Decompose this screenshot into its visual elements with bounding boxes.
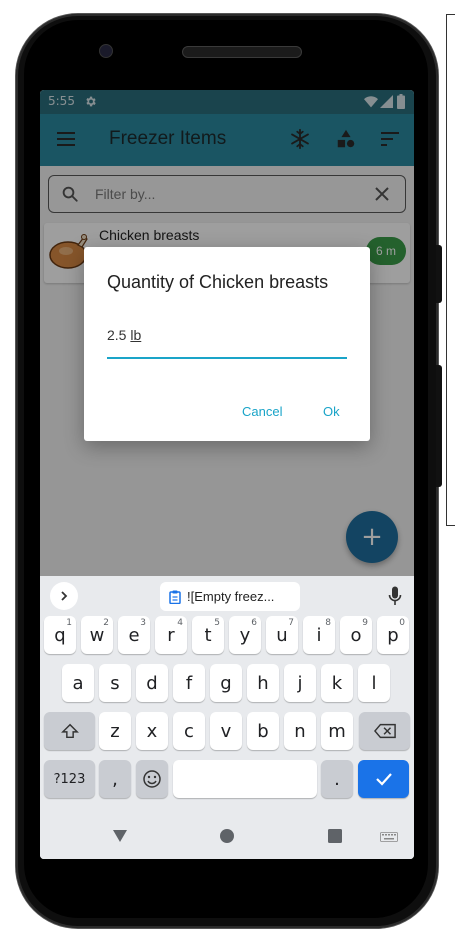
key-label: l <box>371 672 377 694</box>
key-label: z <box>110 720 120 742</box>
comma-key[interactable]: , <box>99 760 131 798</box>
key-c[interactable]: c <box>173 712 205 750</box>
clipboard-text: ![Empty freez... <box>187 589 275 604</box>
key-s[interactable]: s <box>99 664 131 702</box>
key-label: j <box>297 672 303 694</box>
key-label: u <box>276 624 288 646</box>
key-hint: 6 <box>251 618 257 628</box>
earpiece-speaker <box>182 46 302 58</box>
back-icon[interactable] <box>112 829 128 843</box>
key-label: x <box>146 720 158 742</box>
key-k[interactable]: k <box>321 664 353 702</box>
microphone-icon[interactable] <box>388 586 402 606</box>
key-f[interactable]: f <box>173 664 205 702</box>
power-button <box>436 245 442 303</box>
key-m[interactable]: m <box>321 712 353 750</box>
screen: 5:55 Freezer Items Filter by... Chicken … <box>40 90 414 859</box>
backspace-icon <box>373 723 396 739</box>
key-label: w <box>89 624 105 646</box>
period-key[interactable]: . <box>321 760 353 798</box>
key-label: r <box>167 624 175 646</box>
key-label: c <box>184 720 194 742</box>
checkmark-icon <box>375 773 392 786</box>
key-label: e <box>128 624 140 646</box>
key-hint: 0 <box>399 618 405 628</box>
keyboard: ![Empty freez... q1w2e3r4t5y6u7i8o9p0 as… <box>40 576 414 859</box>
key-y[interactable]: y6 <box>229 616 261 654</box>
key-label: q <box>54 624 66 646</box>
key-label: f <box>185 672 193 694</box>
side-panel <box>446 14 455 526</box>
ok-button[interactable]: Ok <box>323 404 340 419</box>
key-hint: 5 <box>214 618 220 628</box>
emoji-icon <box>143 770 161 788</box>
key-hint: 8 <box>325 618 331 628</box>
key-label: h <box>257 672 269 694</box>
key-o[interactable]: o9 <box>340 616 372 654</box>
key-label: g <box>220 672 232 694</box>
key-a[interactable]: a <box>62 664 94 702</box>
key-n[interactable]: n <box>284 712 316 750</box>
key-hint: 1 <box>66 618 72 628</box>
key-e[interactable]: e3 <box>118 616 150 654</box>
quantity-input[interactable]: 2.5 lb <box>107 327 347 359</box>
clipboard-suggestion[interactable]: ![Empty freez... <box>160 582 300 611</box>
key-label: b <box>257 720 269 742</box>
key-hint: 3 <box>140 618 146 628</box>
key-r[interactable]: r4 <box>155 616 187 654</box>
expand-suggestions-button[interactable] <box>50 582 78 610</box>
key-label: m <box>328 720 346 742</box>
space-key[interactable] <box>173 760 317 798</box>
key-hint: 2 <box>103 618 109 628</box>
key-t[interactable]: t5 <box>192 616 224 654</box>
shift-icon <box>60 723 79 739</box>
recents-icon[interactable] <box>328 829 342 843</box>
quantity-unit: lb <box>130 327 142 343</box>
key-d[interactable]: d <box>136 664 168 702</box>
key-l[interactable]: l <box>358 664 390 702</box>
quantity-value: 2.5 <box>107 327 127 343</box>
key-i[interactable]: i8 <box>303 616 335 654</box>
key-h[interactable]: h <box>247 664 279 702</box>
clipboard-icon <box>169 590 181 604</box>
emoji-key[interactable] <box>136 760 168 798</box>
key-label: a <box>72 672 84 694</box>
home-icon[interactable] <box>220 829 234 843</box>
key-hint: 4 <box>177 618 183 628</box>
key-z[interactable]: z <box>99 712 131 750</box>
key-label: n <box>294 720 306 742</box>
key-q[interactable]: q1 <box>44 616 76 654</box>
front-camera <box>99 44 113 58</box>
chevron-right-icon <box>61 591 68 601</box>
key-label: s <box>110 672 120 694</box>
key-hint: 7 <box>288 618 294 628</box>
dialog-title: Quantity of Chicken breasts <box>107 272 329 292</box>
key-g[interactable]: g <box>210 664 242 702</box>
key-label: i <box>316 624 322 646</box>
key-label: p <box>387 624 399 646</box>
key-p[interactable]: p0 <box>377 616 409 654</box>
cancel-button[interactable]: Cancel <box>242 404 282 419</box>
key-label: o <box>350 624 362 646</box>
shift-key[interactable] <box>44 712 95 750</box>
backspace-key[interactable] <box>359 712 410 750</box>
enter-key[interactable] <box>358 760 409 798</box>
navigation-bar <box>40 818 414 859</box>
key-label: k <box>331 672 343 694</box>
key-label: t <box>204 624 212 646</box>
keyboard-switch-icon[interactable] <box>380 832 398 842</box>
quantity-dialog: Quantity of Chicken breasts 2.5 lb Cance… <box>84 247 370 441</box>
key-u[interactable]: u7 <box>266 616 298 654</box>
key-j[interactable]: j <box>284 664 316 702</box>
key-hint: 9 <box>362 618 368 628</box>
key-x[interactable]: x <box>136 712 168 750</box>
key-w[interactable]: w2 <box>81 616 113 654</box>
key-b[interactable]: b <box>247 712 279 750</box>
key-label: y <box>239 624 251 646</box>
key-label: d <box>146 672 158 694</box>
symbols-key[interactable]: ?123 <box>44 760 95 798</box>
key-v[interactable]: v <box>210 712 242 750</box>
key-label: v <box>220 720 232 742</box>
volume-button <box>436 365 442 487</box>
